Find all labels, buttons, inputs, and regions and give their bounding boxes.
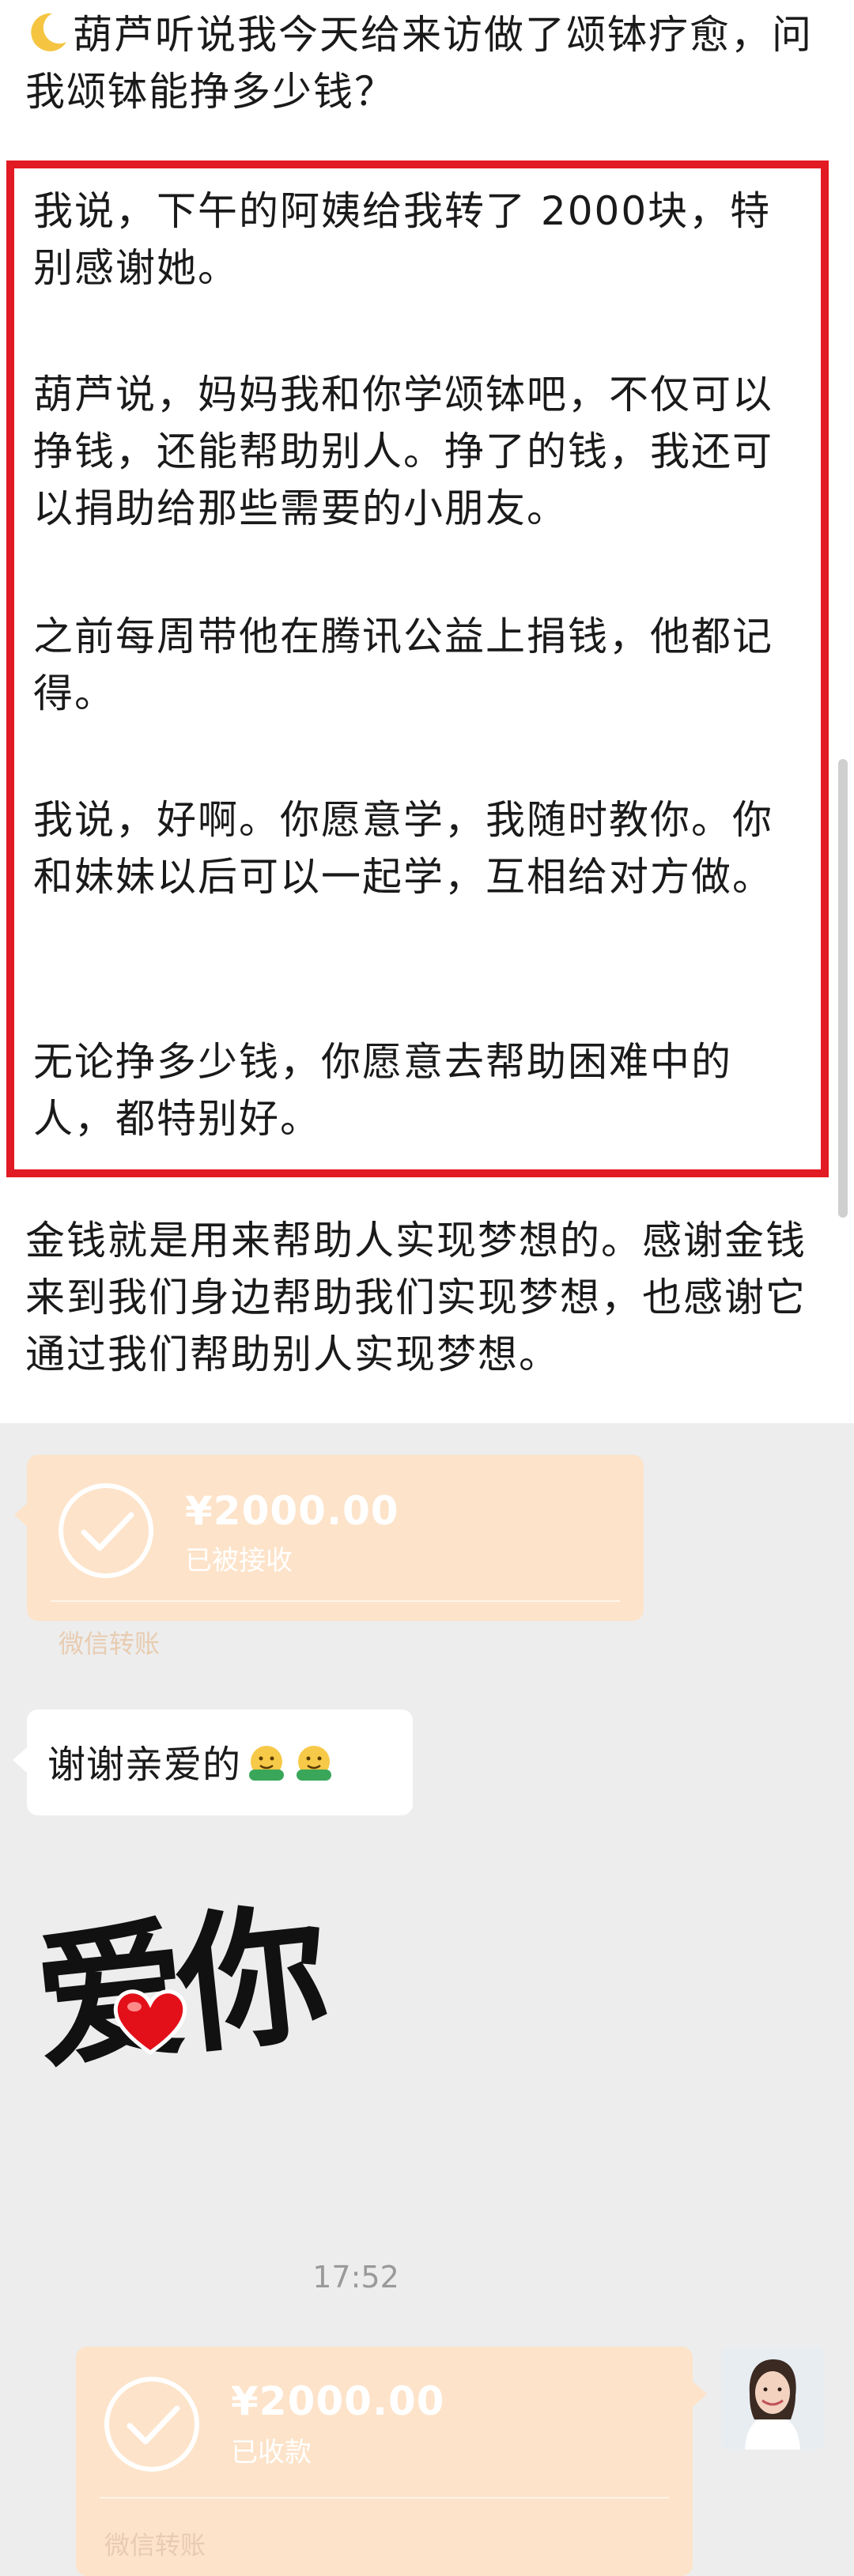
bubble-tail	[13, 1747, 27, 1773]
message-timestamp: 17:52	[312, 2260, 399, 2295]
divider	[100, 2497, 669, 2499]
article-section: 葫芦听说我今天给来访做了颂钵疗愈，问我颂钵能挣多少钱？ 我说，下午的阿姨给我转了…	[0, 0, 854, 1423]
red-heart-icon	[113, 1989, 187, 2056]
transfer-amount: ¥2000.00	[231, 2378, 445, 2424]
transfer-card-incoming[interactable]: ¥2000.00 已被接收 微信转账	[27, 1455, 644, 1659]
intro-text: 葫芦听说我今天给来访做了颂钵疗愈，问我颂钵能挣多少钱？	[25, 12, 813, 115]
transfer-card-outgoing[interactable]: ¥2000.00 已收款 微信转账	[76, 2347, 693, 2576]
divider	[51, 1600, 620, 1602]
intro-paragraph: 葫芦听说我今天给来访做了颂钵疗愈，问我颂钵能挣多少钱？	[25, 6, 822, 120]
transfer-amount: ¥2000.00	[185, 1488, 399, 1534]
check-circle-icon	[104, 2377, 199, 2472]
avatar[interactable]	[721, 2347, 824, 2449]
transfer-label: 微信转账	[59, 1629, 161, 1659]
highlight-paragraph-1: 我说，下午的阿姨给我转了 2000块，特别感谢她。	[33, 188, 772, 291]
love-you-sticker[interactable]: 爱你	[24, 1882, 364, 2090]
hug-emoji-icon	[297, 1746, 332, 1781]
message-bubble[interactable]: 谢谢亲爱的	[27, 1709, 413, 1815]
hug-emoji-icon	[249, 1746, 285, 1781]
message-text: 谢谢亲爱的	[47, 1743, 242, 1787]
transfer-status: 已被接收	[185, 1545, 293, 1577]
bubble-tail	[693, 2381, 707, 2407]
transfer-label: 微信转账	[104, 2530, 206, 2560]
chat-screenshot: ¥2000.00 已被接收 微信转账 谢谢亲爱的 爱你 17:52 ¥2000.…	[0, 1423, 854, 2576]
closing-paragraph: 金钱就是用来帮助人实现梦想的。感谢金钱来到我们身边帮助我们实现梦想，也感谢它通过…	[25, 1218, 807, 1377]
user-avatar-photo	[721, 2347, 824, 2449]
highlight-paragraph-4: 我说，好啊。你愿意学，我随时教你。你和妹妹以后可以一起学，互相给对方做。	[33, 797, 773, 900]
highlight-paragraph-3: 之前每周带他在腾讯公益上捐钱，他都记得。	[33, 614, 773, 716]
transfer-status: 已收款	[231, 2437, 312, 2468]
sticker-text: 爱你	[27, 1885, 329, 2091]
highlighted-passage: 我说，下午的阿姨给我转了 2000块，特别感谢她。 葫芦说，妈妈我和你学颂钵吧，…	[6, 161, 829, 1177]
highlight-paragraph-2: 葫芦说，妈妈我和你学颂钵吧，不仅可以挣钱，还能帮助别人。挣了的钱，我还可以捐助给…	[33, 372, 773, 531]
crescent-moon-icon	[31, 13, 66, 51]
highlight-paragraph-5: 无论挣多少钱，你愿意去帮助困难中的人，都特别好。	[33, 1039, 732, 1142]
scrollbar[interactable]	[838, 759, 848, 1218]
check-circle-icon	[59, 1483, 153, 1578]
